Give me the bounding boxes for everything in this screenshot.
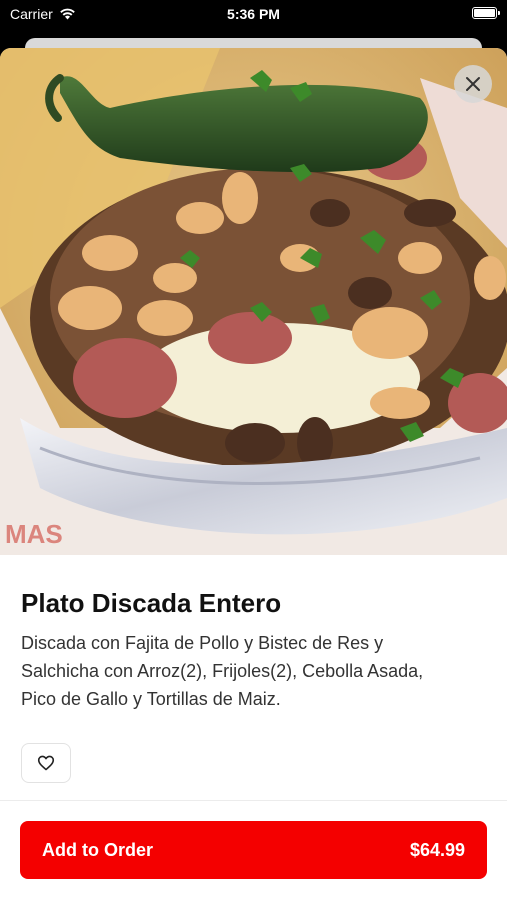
status-bar: Carrier 5:36 PM: [0, 0, 507, 30]
battery-level: [474, 9, 495, 17]
price-label: $64.99: [409, 839, 465, 860]
item-description: Discada con Fajita de Pollo y Bistec de …: [21, 633, 424, 709]
close-icon: [466, 77, 480, 91]
screen: Carrier 5:36 PM MAS Plato Discada Entero…: [0, 0, 507, 900]
item-details: Plato Discada Entero Discada con Fajita …: [0, 585, 507, 783]
status-time: 5:36 PM: [227, 6, 280, 22]
svg-text:MAS: MAS: [5, 519, 63, 549]
favorite-button[interactable]: [21, 743, 71, 783]
add-to-order-label: Add to Order: [42, 839, 153, 860]
close-button[interactable]: [454, 65, 492, 103]
food-photo-icon: MAS: [0, 48, 507, 555]
item-detail-sheet: MAS Plato Discada Entero Discada con Faj…: [0, 48, 507, 900]
battery-icon: [472, 7, 500, 19]
item-image: MAS: [0, 48, 507, 555]
heart-outline-icon: [37, 755, 55, 771]
item-title: Plato Discada Entero: [21, 588, 282, 618]
divider: [0, 800, 507, 801]
add-to-order-button[interactable]: Add to Order $64.99: [20, 821, 487, 879]
